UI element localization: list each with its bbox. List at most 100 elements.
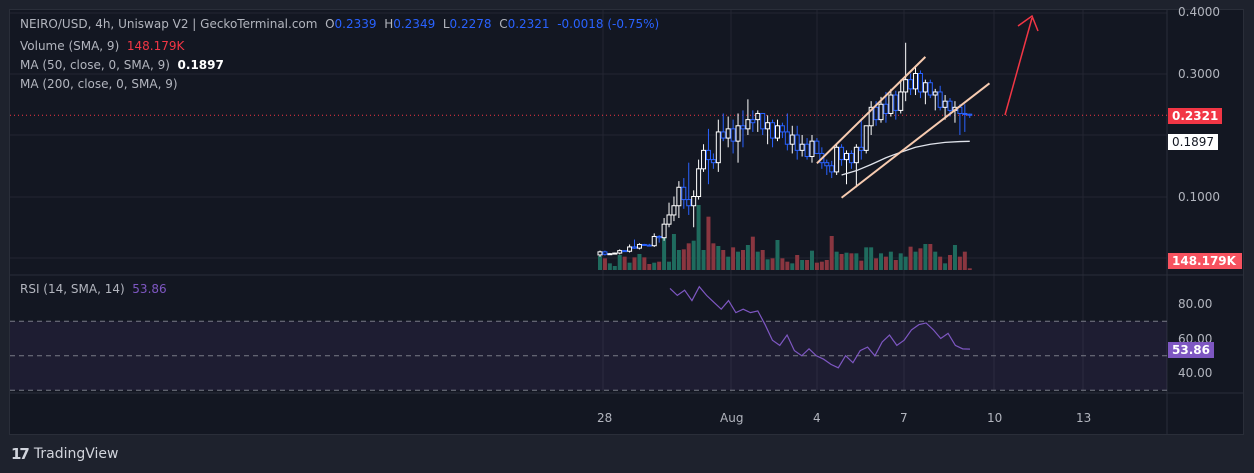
candle-body bbox=[824, 162, 830, 167]
candle-body bbox=[636, 243, 642, 249]
ma200-legend[interactable]: MA (200, close, 0, SMA, 9) bbox=[20, 77, 178, 91]
ma200-label: MA (200, close, 0, SMA, 9) bbox=[20, 77, 178, 91]
volume-tag: 148.179K bbox=[1168, 253, 1242, 269]
candle-body bbox=[597, 251, 603, 256]
volume-label: Volume (SMA, 9) bbox=[20, 39, 120, 53]
candle-body bbox=[908, 79, 914, 90]
time-tick: 4 bbox=[813, 411, 821, 425]
candle-body bbox=[740, 125, 746, 130]
volume-bar bbox=[721, 250, 726, 270]
volume-bar bbox=[612, 266, 617, 270]
high-value: 0.2349 bbox=[393, 17, 436, 31]
candle-body bbox=[730, 128, 736, 142]
candle-body bbox=[913, 73, 919, 90]
candle-body bbox=[937, 91, 943, 108]
candle-body bbox=[701, 149, 707, 170]
candle-body bbox=[750, 119, 756, 124]
volume-bar bbox=[716, 246, 721, 270]
candle-body bbox=[671, 205, 677, 216]
volume-bar bbox=[918, 248, 923, 270]
volume-bar bbox=[676, 250, 681, 270]
tradingview-brand: TradingView bbox=[33, 446, 119, 462]
volume-bar bbox=[800, 260, 805, 270]
candle-body bbox=[917, 73, 923, 93]
candle-body bbox=[755, 112, 761, 121]
volume-bar bbox=[671, 234, 676, 270]
volume-bar bbox=[755, 251, 760, 270]
candle-body bbox=[715, 131, 721, 164]
volume-bar bbox=[819, 261, 824, 270]
candle-body bbox=[844, 152, 849, 161]
volume-bar bbox=[790, 263, 795, 270]
candle-body bbox=[720, 131, 726, 139]
volume-value: 148.179K bbox=[126, 39, 185, 53]
candle-body bbox=[696, 168, 702, 197]
candle-body bbox=[878, 103, 884, 121]
candle-body bbox=[745, 119, 751, 130]
candle-body bbox=[858, 146, 864, 151]
last-price-tag: 0.2321 bbox=[1168, 108, 1223, 124]
volume-bar bbox=[696, 205, 701, 270]
volume-bar bbox=[627, 262, 632, 270]
volume-bar bbox=[598, 256, 602, 270]
change-value: -0.0018 (-0.75%) bbox=[557, 17, 660, 31]
volume-bar bbox=[883, 256, 888, 270]
volume-bar bbox=[834, 251, 839, 270]
candle-body bbox=[848, 152, 854, 164]
time-tick: 13 bbox=[1076, 411, 1092, 425]
volume-bar bbox=[928, 244, 933, 270]
volume-bar bbox=[923, 244, 928, 270]
time-tick: 7 bbox=[900, 411, 908, 425]
volume-bar bbox=[839, 254, 844, 270]
candle-body bbox=[814, 140, 820, 154]
rsi-legend[interactable]: RSI (14, SMA, 14) 53.86 bbox=[20, 282, 167, 296]
volume-bar bbox=[898, 253, 903, 270]
volume-bar bbox=[642, 257, 647, 270]
volume-legend[interactable]: Volume (SMA, 9) 148.179K bbox=[20, 39, 184, 53]
candle-body bbox=[809, 140, 815, 158]
time-tick: 28 bbox=[597, 411, 613, 425]
volume-bar bbox=[637, 254, 642, 270]
volume-bar bbox=[750, 236, 755, 270]
candle-body bbox=[898, 91, 904, 111]
time-tick: 10 bbox=[987, 411, 1003, 425]
volume-bar bbox=[879, 253, 884, 270]
candle-body bbox=[942, 100, 948, 108]
candle-body bbox=[681, 186, 687, 201]
candle-body bbox=[779, 125, 785, 133]
candle-body bbox=[789, 134, 795, 145]
volume-bar bbox=[770, 258, 775, 270]
price-tick: 0.4000 bbox=[1178, 5, 1220, 19]
volume-bar bbox=[667, 261, 672, 270]
volume-bar bbox=[893, 260, 898, 270]
candle-body bbox=[607, 253, 613, 256]
low-label: L bbox=[442, 17, 450, 31]
symbol-legend: NEIRO/USD, 4h, Uniswap V2 | GeckoTermina… bbox=[20, 17, 659, 31]
candle-body bbox=[627, 246, 633, 252]
rsi-tick: 40.00 bbox=[1178, 366, 1213, 380]
rsi-value: 53.86 bbox=[132, 282, 167, 296]
volume-bar bbox=[805, 260, 810, 270]
candle-body bbox=[622, 250, 628, 253]
volume-bar bbox=[662, 236, 667, 270]
candle-body bbox=[903, 79, 909, 93]
candle-body bbox=[765, 122, 771, 130]
ma50-legend[interactable]: MA (50, close, 0, SMA, 9) 0.1897 bbox=[20, 58, 224, 72]
candle-body bbox=[799, 143, 805, 151]
volume-bar bbox=[622, 256, 627, 270]
candle-body bbox=[705, 149, 711, 161]
volume-bar bbox=[948, 255, 953, 270]
candle-body bbox=[760, 112, 766, 130]
volume-bar bbox=[740, 250, 745, 270]
volume-bar bbox=[864, 247, 869, 270]
high-label: H bbox=[384, 17, 394, 31]
rsi-tick: 80.00 bbox=[1178, 297, 1213, 311]
tradingview-logo[interactable]: 17 TradingView bbox=[11, 445, 118, 463]
close-value: 0.2321 bbox=[507, 17, 550, 31]
volume-bar bbox=[903, 256, 908, 270]
candle-body bbox=[661, 223, 667, 239]
candle-body bbox=[656, 235, 662, 239]
volume-bar bbox=[731, 247, 736, 270]
volume-bar bbox=[691, 240, 696, 270]
volume-bar bbox=[765, 259, 770, 270]
